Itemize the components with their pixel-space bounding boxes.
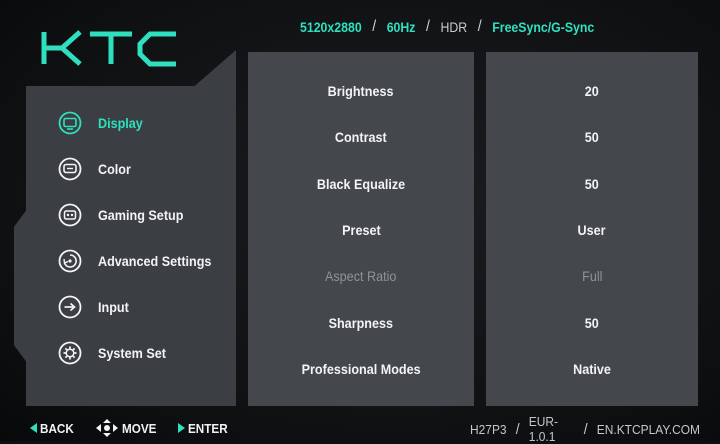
website-text: EN.KTCPLAY.COM [596, 421, 700, 437]
sidebar-item-advanced-settings[interactable]: Advanced Settings [58, 238, 236, 284]
setting-value: 50 [584, 175, 600, 192]
black-equalize-value[interactable]: 50 [486, 161, 698, 207]
back-arrow-icon [30, 423, 37, 433]
gaming-setup-icon-svg [58, 203, 82, 227]
advanced-settings-icon-svg [58, 249, 82, 273]
setting-label: Sharpness [328, 314, 394, 331]
move-label: MOVE [121, 420, 157, 436]
setting-label: Aspect Ratio [325, 268, 397, 285]
refresh-rate-text: 60Hz [386, 19, 416, 35]
setting-preset[interactable]: Preset [248, 207, 474, 253]
setting-brightness[interactable]: Brightness [248, 68, 474, 114]
setting-value: Native [573, 360, 611, 377]
setting-value: 50 [584, 129, 600, 146]
enter-label: ENTER [187, 420, 228, 436]
spec-bar: 5120x2880 / 60Hz / HDR / FreeSync/G-Sync [300, 16, 594, 38]
sidebar-notch [14, 208, 28, 364]
settings-label-list: Brightness Contrast Black Equalize Prese… [248, 68, 474, 392]
advanced-settings-icon [58, 249, 82, 273]
back-hint[interactable]: BACK [30, 421, 78, 436]
display-icon-svg [58, 111, 82, 135]
setting-black-equalize[interactable]: Black Equalize [248, 161, 474, 207]
sidebar-item-input[interactable]: Input [58, 284, 236, 330]
color-icon [58, 157, 82, 181]
sync-text: FreeSync/G-Sync [492, 19, 595, 35]
sidebar-nav: Display Color Gaming Setup Advanced Sett… [58, 100, 236, 376]
sidebar-item-label: System Set [98, 345, 166, 361]
resolution-text: 5120x2880 [300, 19, 362, 35]
spec-separator: / [372, 18, 377, 35]
settings-value-panel: 20 50 50 User Full 50 Native [486, 52, 698, 406]
enter-arrow-icon [177, 423, 185, 433]
setting-value: User [577, 222, 607, 239]
contrast-value[interactable]: 50 [486, 114, 698, 160]
sidebar-item-label: Input [98, 299, 129, 315]
sidebar-decoration [190, 50, 236, 90]
brightness-value[interactable]: 20 [486, 68, 698, 114]
setting-value: Full [581, 268, 603, 285]
hdr-text: HDR [440, 19, 468, 35]
input-icon [58, 295, 82, 319]
setting-professional-modes[interactable]: Professional Modes [248, 346, 474, 392]
move-dpad-icon [95, 419, 118, 437]
sidebar-item-display[interactable]: Display [58, 100, 236, 146]
sidebar-item-system-set[interactable]: System Set [58, 330, 236, 376]
footer-info: H27P3 / EUR-1.0.1 / EN.KTCPLAY.COM [470, 414, 700, 444]
aspect-ratio-value: Full [486, 253, 698, 299]
sidebar-item-label: Display [98, 115, 143, 131]
sharpness-value[interactable]: 50 [486, 299, 698, 345]
system-set-icon-svg [58, 341, 82, 365]
model-text: H27P3 [470, 421, 507, 437]
gaming-setup-icon [58, 203, 82, 227]
firmware-text: EUR-1.0.1 [528, 414, 559, 444]
setting-aspect-ratio: Aspect Ratio [248, 253, 474, 299]
input-icon-svg [58, 295, 82, 319]
setting-label: Black Equalize [316, 175, 406, 192]
osd-screen: 5120x2880 / 60Hz / HDR / FreeSync/G-Sync… [0, 0, 720, 444]
sidebar-item-label: Color [98, 161, 131, 177]
spec-separator: / [477, 18, 482, 35]
setting-label: Preset [341, 222, 381, 239]
move-hint[interactable]: MOVE [95, 419, 160, 437]
settings-label-panel: Brightness Contrast Black Equalize Prese… [248, 52, 474, 406]
setting-contrast[interactable]: Contrast [248, 114, 474, 160]
sidebar-item-gaming-setup[interactable]: Gaming Setup [58, 192, 236, 238]
sidebar-item-label: Gaming Setup [98, 207, 184, 223]
setting-value: 50 [584, 314, 600, 331]
footer-separator: / [583, 420, 588, 438]
sidebar-item-color[interactable]: Color [58, 146, 236, 192]
sidebar-item-label: Advanced Settings [98, 253, 212, 269]
footer-separator: / [515, 420, 520, 438]
back-label: BACK [40, 420, 74, 436]
ktc-logo-mark [41, 30, 176, 67]
professional-modes-value[interactable]: Native [486, 346, 698, 392]
footer-controls: BACK MOVE ENTER [30, 418, 250, 438]
setting-value: 20 [584, 83, 600, 100]
color-icon-svg [58, 157, 82, 181]
setting-label: Brightness [328, 83, 394, 100]
display-icon [58, 111, 82, 135]
ktc-logo [40, 28, 180, 68]
spec-separator: / [426, 18, 430, 35]
setting-sharpness[interactable]: Sharpness [248, 299, 474, 345]
setting-label: Contrast [335, 129, 387, 146]
enter-hint[interactable]: ENTER [177, 420, 232, 436]
preset-value[interactable]: User [486, 207, 698, 253]
system-set-icon [58, 341, 82, 365]
setting-label: Professional Modes [301, 360, 421, 377]
settings-value-list: 20 50 50 User Full 50 Native [486, 68, 698, 392]
